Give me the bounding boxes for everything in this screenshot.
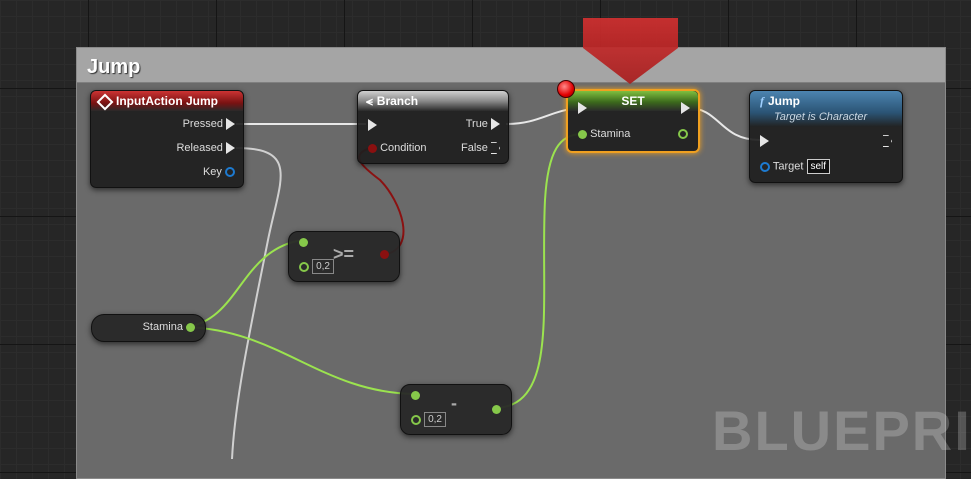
input-action-header[interactable]: InputAction Jump: [91, 91, 243, 111]
set-exec-out[interactable]: [681, 102, 690, 115]
set-stamina-label: Stamina: [590, 128, 631, 140]
compare-out-pin[interactable]: [380, 248, 389, 260]
set-stamina-in-pin[interactable]: Stamina: [578, 128, 630, 140]
set-stamina-out-pin[interactable]: [678, 128, 688, 140]
released-pin[interactable]: Released: [176, 142, 235, 155]
subtract-value-box[interactable]: 0,2: [424, 412, 446, 427]
branch-header[interactable]: ⪪ Branch: [358, 91, 508, 111]
key-pin[interactable]: Key: [203, 166, 235, 178]
exec-in-icon[interactable]: [760, 135, 769, 148]
subtract-b-pin[interactable]: 0,2: [411, 412, 446, 427]
set-header[interactable]: SET: [568, 91, 698, 111]
false-label: False: [461, 142, 488, 154]
jump-exec-in[interactable]: [760, 135, 769, 148]
stamina-out-pin[interactable]: Stamina: [143, 321, 195, 333]
branch-exec-in[interactable]: [368, 119, 377, 132]
subtract-node[interactable]: 0,2 -: [400, 384, 512, 435]
jump-header[interactable]: f Jump Target is Character: [750, 91, 902, 127]
pointer-arrow: [583, 18, 678, 84]
set-title: SET: [621, 94, 645, 108]
branch-title: Branch: [376, 94, 419, 108]
compare-b-pin[interactable]: 0,2: [299, 259, 334, 274]
compare-node[interactable]: 0,2 >=: [288, 231, 400, 282]
float-wire-stamina-subtract: [185, 326, 415, 395]
target-value[interactable]: self: [806, 159, 831, 174]
condition-label: Condition: [380, 142, 427, 154]
compare-operator: >=: [333, 244, 355, 264]
float-pin-hollow-icon[interactable]: [411, 414, 421, 425]
float-wire-subtract-set: [493, 133, 583, 409]
compare-a-pin[interactable]: [299, 236, 308, 248]
input-action-jump-node[interactable]: InputAction Jump Pressed Released Key: [90, 90, 244, 188]
pressed-pin[interactable]: Pressed: [182, 118, 235, 131]
jump-subtitle: Target is Character: [774, 111, 868, 123]
subtract-a-pin[interactable]: [411, 389, 420, 401]
false-pin[interactable]: False: [461, 142, 500, 155]
float-pin-icon[interactable]: [299, 237, 308, 247]
branch-icon: ⪪: [366, 94, 373, 108]
condition-pin[interactable]: Condition: [368, 142, 427, 154]
subtract-operator: -: [451, 393, 457, 413]
jump-exec-out[interactable]: [883, 135, 892, 148]
released-label: Released: [176, 142, 223, 154]
jump-title: Jump: [768, 94, 801, 108]
function-icon: f: [760, 94, 764, 108]
exec-in-icon[interactable]: [368, 119, 377, 132]
target-label: Target: [772, 160, 804, 173]
exec-out-hollow-icon[interactable]: [883, 135, 892, 148]
set-stamina-node[interactable]: SET Stamina: [566, 89, 700, 153]
true-pin[interactable]: True: [465, 118, 500, 131]
breakpoint-icon[interactable]: [557, 80, 575, 98]
key-label: Key: [202, 166, 222, 178]
bool-pin-icon[interactable]: [380, 249, 389, 259]
pressed-label: Pressed: [182, 118, 223, 130]
jump-function-node[interactable]: f Jump Target is Character Target self: [749, 90, 903, 183]
blueprint-watermark: BLUEPRIN: [712, 399, 971, 462]
exec-out-icon[interactable]: [491, 118, 500, 131]
object-pin-icon[interactable]: [760, 161, 770, 172]
exec-out-hollow-icon[interactable]: [491, 142, 500, 155]
float-pin-icon[interactable]: [186, 322, 195, 332]
exec-wire-released: [231, 147, 282, 459]
struct-pin-icon[interactable]: [225, 167, 235, 178]
target-pin[interactable]: Target self: [760, 159, 831, 174]
float-pin-hollow-icon[interactable]: [299, 261, 309, 272]
exec-out-icon[interactable]: [681, 102, 690, 115]
exec-in-icon[interactable]: [578, 102, 587, 115]
branch-node[interactable]: ⪪ Branch True Condition False: [357, 90, 509, 164]
float-pin-icon[interactable]: [411, 390, 420, 400]
float-pin-icon[interactable]: [492, 404, 501, 414]
float-pin-icon[interactable]: [578, 129, 587, 139]
input-action-title: InputAction Jump: [116, 94, 218, 108]
compare-value-box[interactable]: 0,2: [312, 259, 334, 274]
bool-pin-icon[interactable]: [368, 143, 377, 153]
stamina-getter-label: Stamina: [142, 321, 183, 333]
exec-out-icon[interactable]: [226, 142, 235, 155]
stamina-getter-node[interactable]: Stamina: [91, 314, 206, 342]
set-exec-in[interactable]: [578, 102, 587, 115]
true-label: True: [465, 118, 488, 130]
exec-out-icon[interactable]: [226, 118, 235, 131]
float-pin-hollow-icon[interactable]: [678, 129, 688, 140]
float-wire-stamina-compare: [185, 239, 303, 328]
subtract-out-pin[interactable]: [492, 403, 501, 415]
blueprint-graph[interactable]: { "comment": { "title": "Jump" }, "nodes…: [0, 0, 971, 479]
input-event-icon: [96, 93, 114, 111]
